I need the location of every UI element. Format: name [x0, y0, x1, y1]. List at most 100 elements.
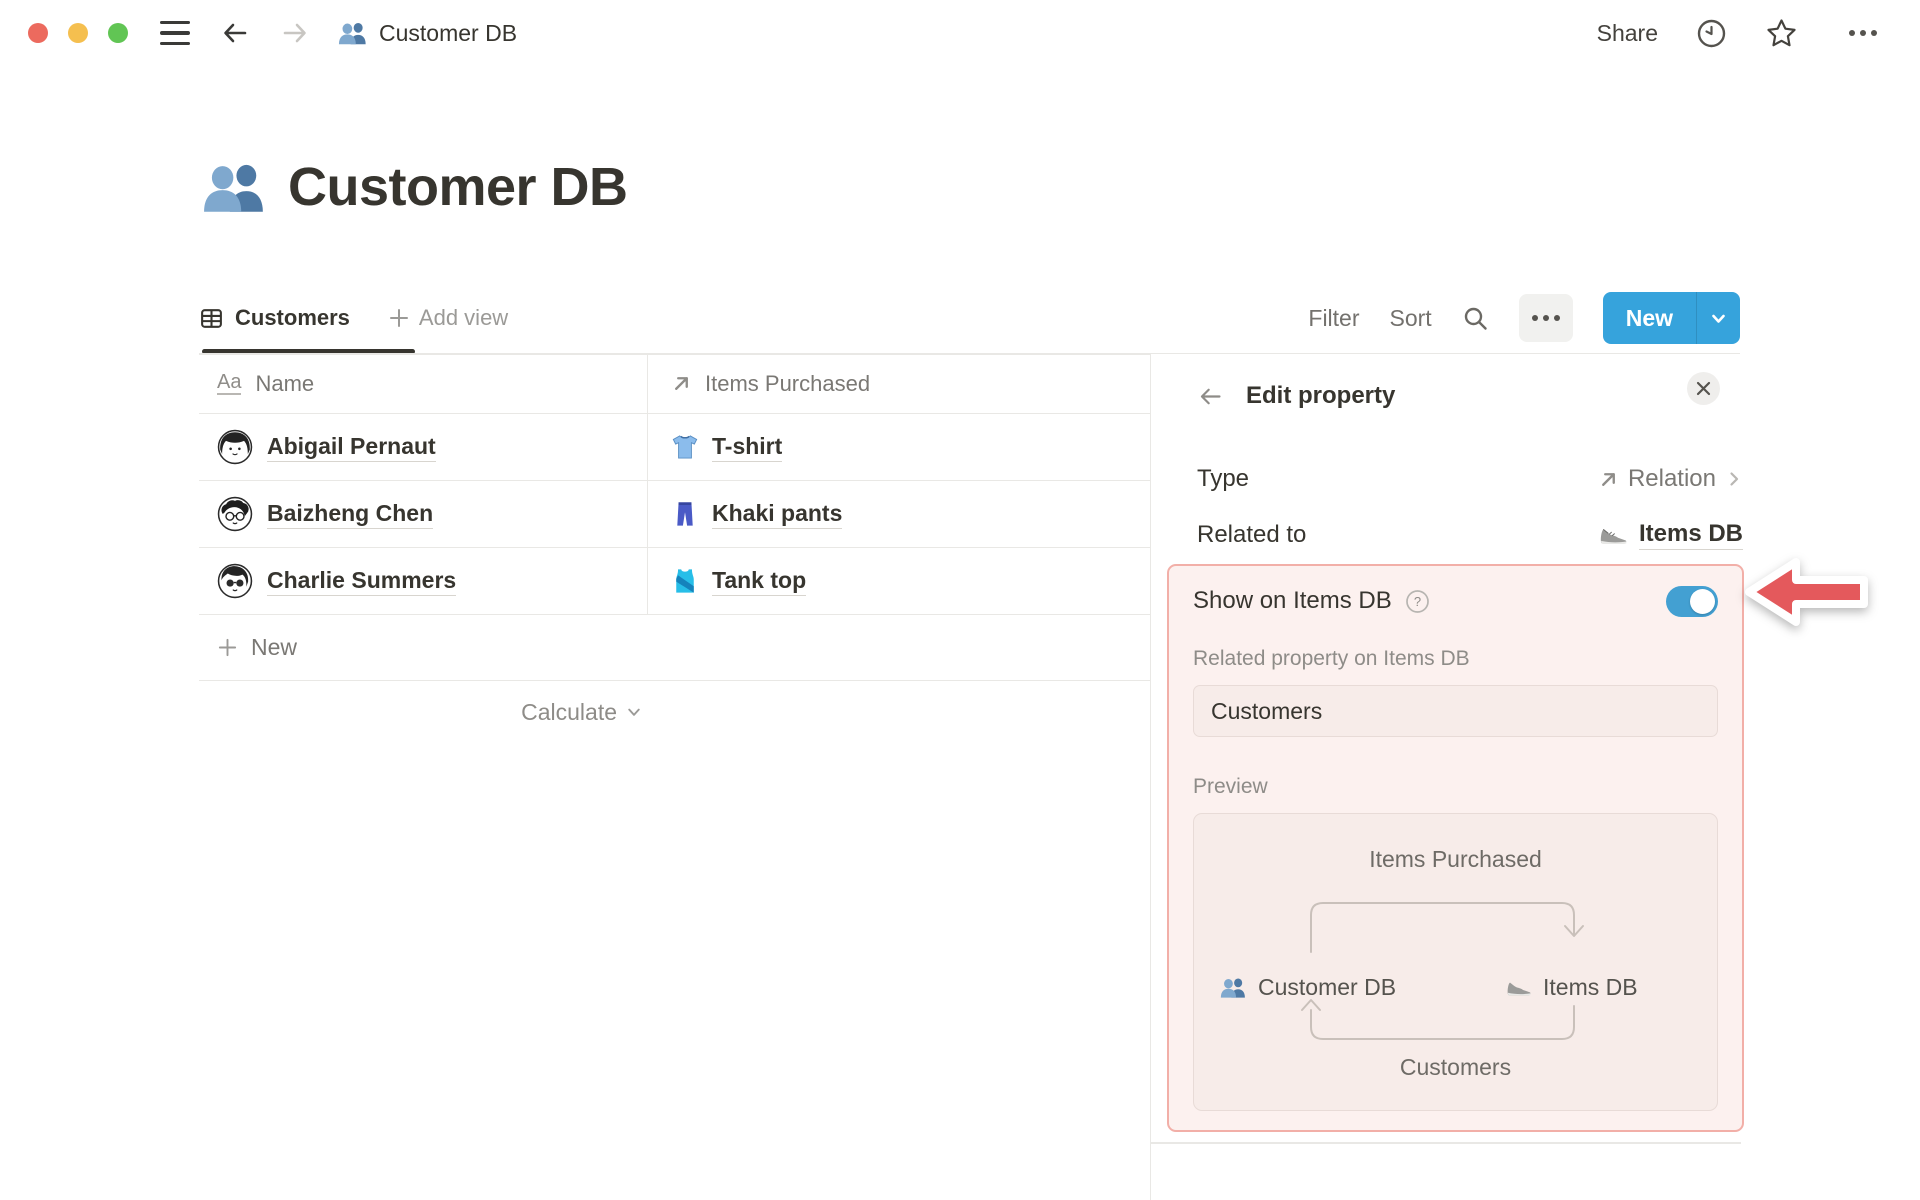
history-clock-icon[interactable]	[1696, 18, 1727, 49]
highlight-region: Show on Items DB ? Related property on I…	[1167, 564, 1744, 1132]
panel-section-divider	[1151, 1142, 1741, 1144]
arrow-left-icon	[224, 23, 247, 43]
related-to-row: Related to Items DB	[1197, 516, 1743, 554]
show-on-items-db-row: Show on Items DB ?	[1193, 582, 1718, 620]
sneaker-icon	[1600, 529, 1627, 544]
item-cell[interactable]: T-shirt	[647, 433, 1150, 462]
share-button[interactable]: Share	[1597, 20, 1658, 47]
row-name-link[interactable]: Charlie Summers	[267, 567, 457, 596]
people-icon	[204, 164, 263, 212]
name-cell[interactable]: Abigail Pernaut	[199, 429, 647, 465]
item-cell[interactable]: Khaki pants	[647, 500, 1150, 529]
sort-button[interactable]: Sort	[1390, 305, 1432, 332]
item-cell[interactable]: Tank top	[647, 567, 1150, 596]
calculate-button[interactable]: Calculate	[199, 681, 647, 743]
type-value[interactable]: Relation	[1598, 465, 1743, 493]
avatar-charlie	[217, 563, 253, 599]
tank-top-icon	[676, 569, 694, 593]
avatar-baizheng	[217, 496, 253, 532]
avatar-abigail	[217, 429, 253, 465]
back-button[interactable]	[220, 18, 250, 48]
name-cell[interactable]: Baizheng Chen	[199, 496, 647, 532]
arrow-right-icon	[283, 23, 306, 43]
row-item-link[interactable]: Khaki pants	[712, 500, 843, 529]
column-divider	[647, 354, 648, 615]
titlebar: Customer DB Share	[0, 0, 1920, 66]
panel-close-button[interactable]	[1687, 372, 1720, 405]
type-value-label: Relation	[1627, 465, 1716, 492]
svg-text:?: ?	[1414, 594, 1421, 609]
panel-header: Edit property	[1197, 382, 1395, 410]
customers-table: Aa Name Items Purchased Abigail Pernaut	[199, 354, 1150, 743]
new-row-button[interactable]: New	[199, 615, 1150, 681]
preview-left-db-label: Customer DB	[1258, 974, 1397, 1000]
table-row: Abigail Pernaut T-shirt	[199, 414, 1150, 481]
help-icon[interactable]: ?	[1405, 589, 1430, 614]
panel-title: Edit property	[1246, 382, 1396, 409]
column-header-name[interactable]: Aa Name	[199, 371, 647, 397]
related-property-label: Related property on Items DB	[1193, 647, 1470, 670]
page-title: Customer DB	[202, 156, 628, 218]
row-name-link[interactable]: Abigail Pernaut	[267, 433, 436, 462]
calculate-label: Calculate	[521, 698, 617, 725]
type-label: Type	[1197, 465, 1250, 492]
text-property-icon: Aa	[217, 371, 242, 395]
breadcrumb-label: Customer DB	[379, 19, 518, 46]
relation-arrow-icon	[1602, 472, 1615, 486]
preview-bottom-relation-label: Customers	[1399, 1054, 1512, 1080]
toggle-knob	[1690, 588, 1715, 614]
chevron-down-icon	[628, 708, 640, 716]
view-more-options-icon[interactable]	[1518, 294, 1573, 342]
tshirt-icon	[672, 435, 698, 459]
related-to-value[interactable]: Items DB	[1599, 520, 1743, 550]
tab-customers-label: Customers	[235, 305, 350, 330]
add-view-button[interactable]: Add view	[388, 305, 508, 331]
page-title-text[interactable]: Customer DB	[288, 156, 628, 218]
chevron-down-icon	[1712, 314, 1725, 323]
column-header-items-purchased[interactable]: Items Purchased	[647, 371, 1150, 397]
breadcrumb[interactable]: Customer DB	[338, 20, 517, 47]
titlebar-actions: Share	[1597, 9, 1920, 57]
preview-items-db-node: Items DB	[1506, 974, 1638, 1001]
search-icon[interactable]	[1462, 305, 1489, 332]
panel-back-icon[interactable]	[1197, 383, 1224, 410]
preview-label: Preview	[1193, 775, 1268, 798]
name-cell[interactable]: Charlie Summers	[199, 563, 647, 599]
people-icon	[338, 22, 366, 45]
column-name-label: Name	[255, 370, 315, 396]
close-window-button[interactable]	[28, 23, 48, 43]
sidebar-menu-icon[interactable]	[160, 20, 190, 46]
forward-button[interactable]	[280, 18, 310, 48]
close-icon	[1696, 381, 1711, 396]
table-row: Charlie Summers Tank top	[199, 548, 1150, 615]
row-item-link[interactable]: T-shirt	[712, 433, 783, 462]
related-property-input[interactable]: Customers	[1193, 685, 1718, 737]
add-view-label: Add view	[418, 305, 509, 330]
view-toolbar: Customers Add view Filter Sort New	[199, 283, 1740, 353]
property-type-row: Type Relation	[1197, 460, 1743, 498]
related-to-label: Related to	[1197, 521, 1307, 548]
relation-arrow-icon	[675, 377, 688, 390]
filter-button[interactable]: Filter	[1308, 305, 1359, 332]
row-item-link[interactable]: Tank top	[712, 567, 807, 596]
zoom-window-button[interactable]	[108, 23, 128, 43]
table-header-row: Aa Name Items Purchased	[199, 354, 1150, 414]
preview-right-db-label: Items DB	[1543, 974, 1638, 1000]
table-view-icon	[201, 308, 222, 328]
show-on-items-db-toggle[interactable]	[1666, 585, 1718, 617]
related-db-link[interactable]: Items DB	[1638, 520, 1743, 550]
jeans-icon	[677, 502, 693, 526]
row-name-link[interactable]: Baizheng Chen	[267, 500, 434, 529]
minimize-window-button[interactable]	[68, 23, 88, 43]
more-options-icon[interactable]	[1836, 9, 1890, 57]
new-button-label[interactable]: New	[1603, 292, 1697, 344]
tab-customers[interactable]: Customers	[199, 305, 350, 331]
preview-customer-db-node: Customer DB	[1220, 974, 1396, 1001]
new-row-label: New	[251, 634, 298, 660]
favorite-star-icon[interactable]	[1765, 17, 1798, 50]
new-record-button[interactable]: New	[1602, 292, 1740, 344]
view-toolbar-actions: Filter Sort New	[1308, 292, 1740, 344]
new-button-dropdown[interactable]	[1697, 292, 1740, 344]
related-property-value: Customers	[1211, 697, 1323, 724]
people-icon	[1220, 978, 1245, 998]
